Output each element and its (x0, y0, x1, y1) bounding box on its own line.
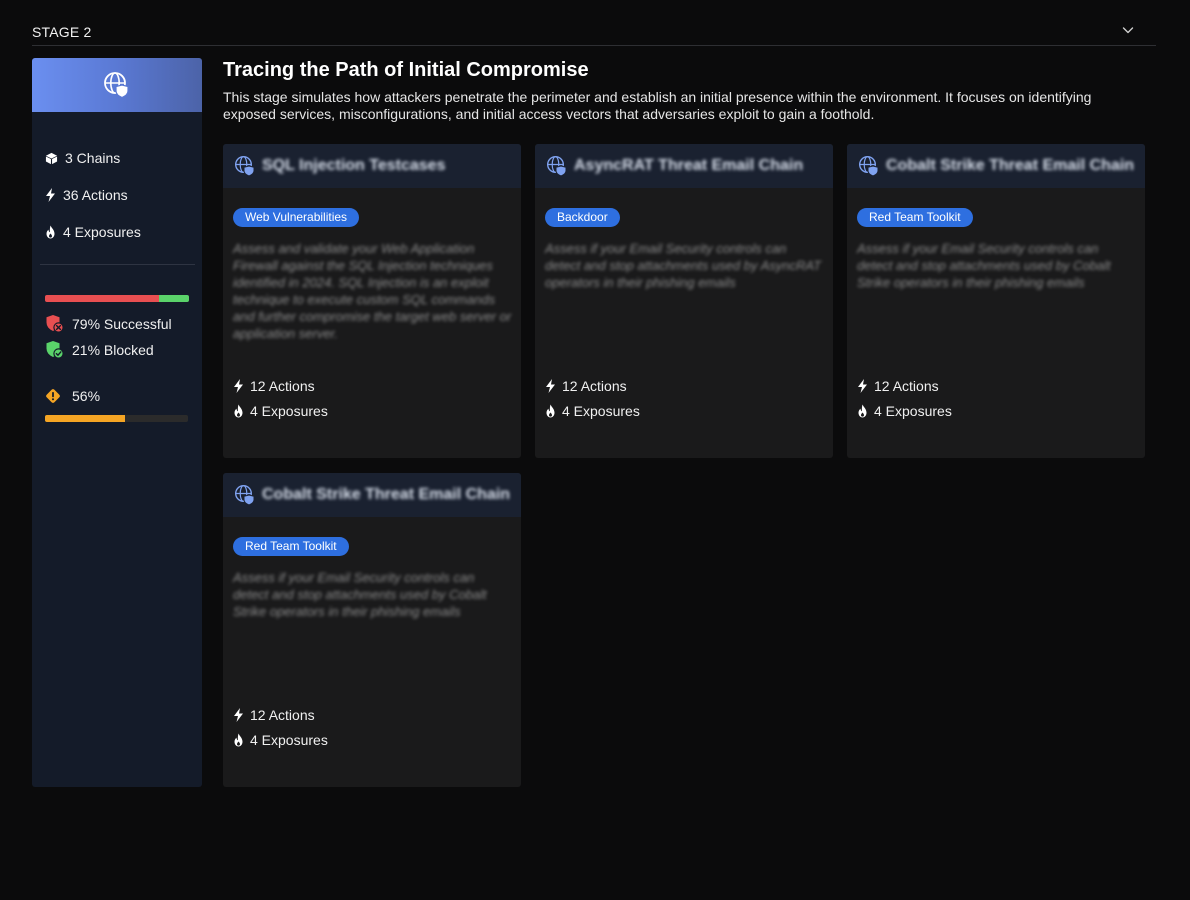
globe-shield-icon (234, 484, 255, 506)
stage-label: STAGE 2 (32, 24, 92, 40)
success-blocked-bar (45, 295, 189, 302)
card-title: SQL Injection Testcases (262, 157, 446, 174)
card-description: Assess if your Email Security controls c… (233, 570, 487, 619)
chain-card[interactable]: Cobalt Strike Threat Email Chain Red Tea… (223, 473, 521, 787)
page-description: This stage simulates how attackers penet… (223, 89, 1092, 122)
flame-icon (46, 225, 55, 239)
card-description: Assess and validate your Web Application… (233, 241, 512, 341)
card-header: Cobalt Strike Threat Email Chain (847, 144, 1145, 188)
flame-icon (858, 404, 867, 418)
card-exposures: 4 Exposures (857, 403, 952, 419)
chains-stat: 3 Chains (45, 150, 120, 166)
chevron-down-icon[interactable] (1120, 22, 1136, 38)
exposures-count: 4 Exposures (63, 224, 141, 240)
card-header: AsyncRAT Threat Email Chain (535, 144, 833, 188)
card-title: AsyncRAT Threat Email Chain (574, 157, 804, 174)
flame-icon (546, 404, 555, 418)
actions-count: 36 Actions (63, 187, 128, 203)
blocked-label: 21% Blocked (72, 341, 154, 358)
chains-count: 3 Chains (65, 150, 121, 166)
card-exposures-label: 4 Exposures (250, 732, 328, 748)
card-actions: 12 Actions (233, 378, 315, 394)
successful-legend: 79% Successful (45, 314, 172, 333)
lightning-icon (234, 379, 243, 393)
globe-shield-icon (546, 155, 567, 177)
flame-icon (234, 404, 243, 418)
card-exposures: 4 Exposures (233, 403, 328, 419)
globe-shield-icon (858, 155, 879, 177)
shield-x-icon (46, 315, 64, 333)
score-bar-fill (45, 415, 126, 422)
blocked-segment (158, 295, 189, 302)
lightning-icon (858, 379, 867, 393)
score-bar (45, 415, 188, 422)
blocked-legend: 21% Blocked (45, 340, 154, 359)
card-header: SQL Injection Testcases (223, 144, 521, 188)
score-label: 56% (72, 388, 101, 404)
page-title: Tracing the Path of Initial Compromise (223, 59, 589, 81)
card-actions: 12 Actions (233, 707, 315, 723)
card-title: Cobalt Strike Threat Email Chain (886, 157, 1135, 174)
warning-icon (46, 389, 60, 403)
successful-segment (45, 295, 159, 302)
category-tag: Red Team Toolkit (857, 208, 973, 227)
card-actions: 12 Actions (545, 378, 627, 394)
category-tag: Red Team Toolkit (233, 537, 349, 556)
card-header: Cobalt Strike Threat Email Chain (223, 473, 521, 517)
shield-check-icon (46, 341, 64, 359)
sidebar-divider (40, 264, 195, 265)
card-title: Cobalt Strike Threat Email Chain (262, 486, 511, 503)
card-actions-label: 12 Actions (874, 378, 939, 394)
card-exposures: 4 Exposures (233, 732, 328, 748)
successful-label: 79% Successful (72, 315, 172, 332)
card-description: Assess if your Email Security controls c… (857, 241, 1111, 290)
lightning-icon (546, 379, 555, 393)
lightning-icon (234, 708, 243, 722)
score-row: 56% (45, 388, 100, 404)
cube-icon (45, 152, 58, 164)
card-exposures: 4 Exposures (545, 403, 640, 419)
card-actions-label: 12 Actions (250, 378, 315, 394)
card-exposures-label: 4 Exposures (562, 403, 640, 419)
card-description: Assess if your Email Security controls c… (545, 241, 822, 290)
stage-header[interactable]: STAGE 2 (32, 22, 1156, 46)
chain-card[interactable]: SQL Injection Testcases Web Vulnerabilit… (223, 144, 521, 458)
globe-shield-icon (234, 155, 255, 177)
sidebar-banner (32, 58, 202, 112)
card-actions: 12 Actions (857, 378, 939, 394)
card-actions-label: 12 Actions (562, 378, 627, 394)
flame-icon (234, 733, 243, 747)
chain-card[interactable]: Cobalt Strike Threat Email Chain Red Tea… (847, 144, 1145, 458)
card-exposures-label: 4 Exposures (874, 403, 952, 419)
exposures-stat: 4 Exposures (45, 224, 141, 240)
category-tag: Backdoor (545, 208, 620, 227)
card-actions-label: 12 Actions (250, 707, 315, 723)
lightning-icon (46, 188, 55, 202)
stage-summary-sidebar: 3 Chains 36 Actions 4 Exposures 79% Succ… (32, 58, 202, 787)
actions-stat: 36 Actions (45, 187, 128, 203)
chain-card[interactable]: AsyncRAT Threat Email Chain Backdoor Ass… (535, 144, 833, 458)
card-exposures-label: 4 Exposures (250, 403, 328, 419)
category-tag: Web Vulnerabilities (233, 208, 360, 227)
globe-shield-icon (104, 72, 129, 99)
